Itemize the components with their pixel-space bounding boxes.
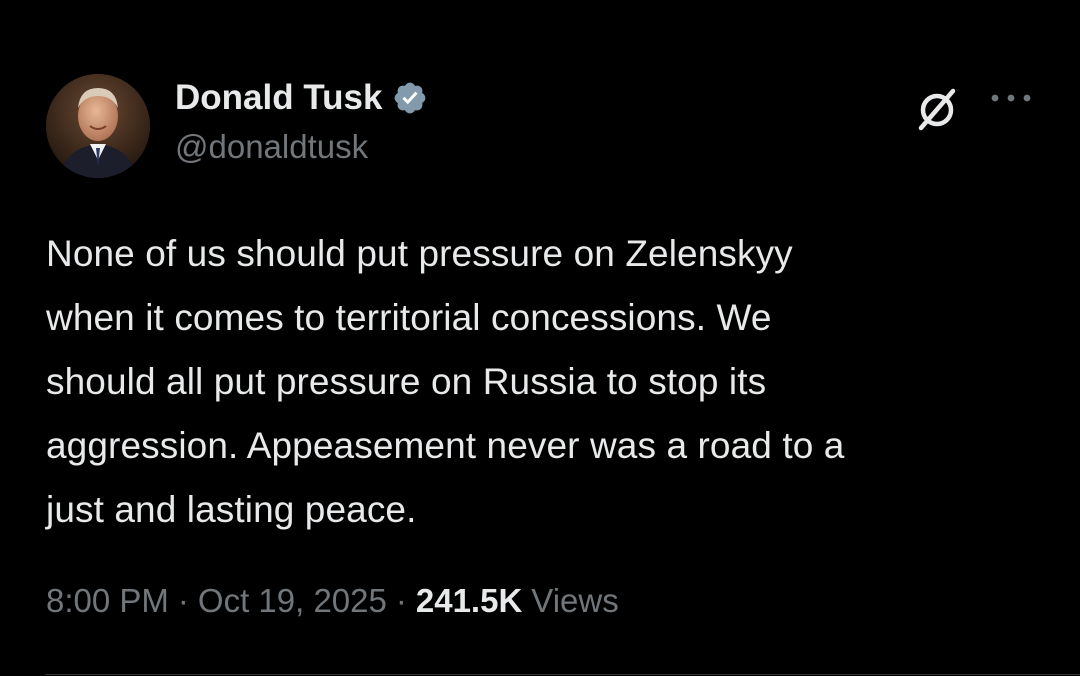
- tweet-time[interactable]: 8:00 PM: [46, 582, 169, 620]
- views-label: Views: [531, 582, 619, 619]
- more-options-icon[interactable]: [989, 86, 1033, 110]
- divider: [46, 674, 1080, 675]
- grok-icon[interactable]: [912, 84, 962, 134]
- meta-separator: ·: [395, 582, 407, 619]
- views-count[interactable]: 241.5K: [416, 582, 522, 620]
- tweet-text: None of us should put pressure on Zelens…: [46, 233, 845, 530]
- meta-separator: ·: [177, 582, 189, 619]
- author-name-row: Donald Tusk: [175, 76, 428, 120]
- tweet-meta: 8:00 PM · Oct 19, 2025 · 241.5K Views: [46, 582, 619, 620]
- author-handle[interactable]: @donaldtusk: [175, 128, 368, 166]
- verified-badge-icon[interactable]: [392, 80, 428, 116]
- tweet-date[interactable]: Oct 19, 2025: [198, 582, 387, 620]
- tweet-card: Donald Tusk @donaldtusk None of us shoul…: [0, 0, 1080, 676]
- author-display-name[interactable]: Donald Tusk: [175, 78, 382, 118]
- profile-photo-icon: [46, 74, 150, 178]
- author-avatar[interactable]: [46, 74, 150, 178]
